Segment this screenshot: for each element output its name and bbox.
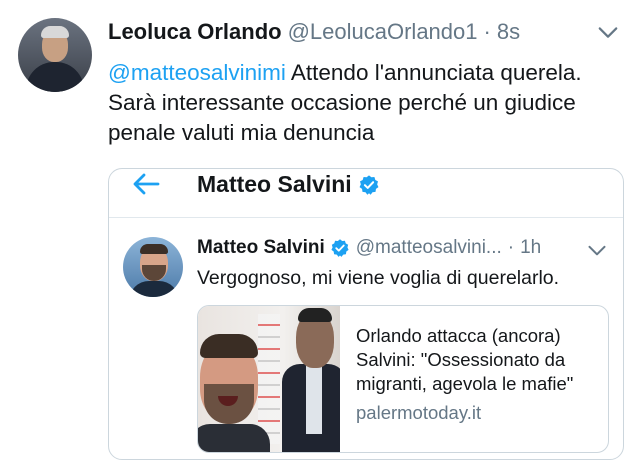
quoted-tweet-text: Vergognoso, mi viene voglia di querelarl… xyxy=(197,267,560,289)
link-preview-domain: palermotoday.it xyxy=(356,402,482,423)
author-handle[interactable]: @LeolucaOrlando1 xyxy=(288,19,478,45)
quoted-profile-header: Matteo Salvini xyxy=(109,169,623,218)
link-preview-image xyxy=(198,306,340,452)
avatar-hair xyxy=(41,26,69,38)
photo-person-left xyxy=(198,324,270,452)
quoted-profile-name: Matteo Salvini xyxy=(197,171,352,197)
quoted-author-avatar[interactable] xyxy=(123,237,183,297)
verified-badge-icon xyxy=(331,239,349,257)
author-avatar[interactable] xyxy=(18,18,92,92)
link-preview-title: Orlando attacca (ancora) Salvini: "Osses… xyxy=(356,325,574,394)
dot-separator: · xyxy=(483,19,491,44)
quoted-author-name[interactable]: Matteo Salvini xyxy=(197,237,325,259)
avatar-suit xyxy=(26,62,84,92)
mention-link[interactable]: @matteosalvinimi xyxy=(108,60,286,85)
link-preview-card[interactable]: Orlando attacca (ancora) Salvini: "Osses… xyxy=(197,305,609,453)
chevron-down-icon[interactable] xyxy=(597,22,619,44)
quoted-tweet-time[interactable]: 1h xyxy=(520,237,541,259)
quoted-card[interactable]: Matteo Salvini Matteo Salvini @matteosal… xyxy=(108,168,624,460)
photo-person-right xyxy=(276,306,340,452)
quoted-author-handle[interactable]: @matteosalvini... xyxy=(356,237,502,259)
avatar-hair xyxy=(140,244,168,254)
verified-badge-icon xyxy=(359,174,379,195)
back-arrow-icon[interactable] xyxy=(131,171,161,197)
dot-separator: · xyxy=(507,237,515,258)
author-name[interactable]: Leoluca Orlando xyxy=(108,19,282,45)
chevron-down-icon[interactable] xyxy=(587,241,607,261)
tweet-text: @matteosalvinimi Attendo l'annunciata qu… xyxy=(108,58,608,148)
avatar-shirt xyxy=(129,281,179,297)
tweet-header: Leoluca Orlando @LeolucaOrlando1 · 8s xyxy=(108,14,619,50)
quoted-profile-title: Matteo Salvini xyxy=(197,171,380,198)
quoted-tweet-header: Matteo Salvini @matteosalvini... · 1h xyxy=(197,233,609,263)
tweet-time[interactable]: 8s xyxy=(497,19,520,45)
